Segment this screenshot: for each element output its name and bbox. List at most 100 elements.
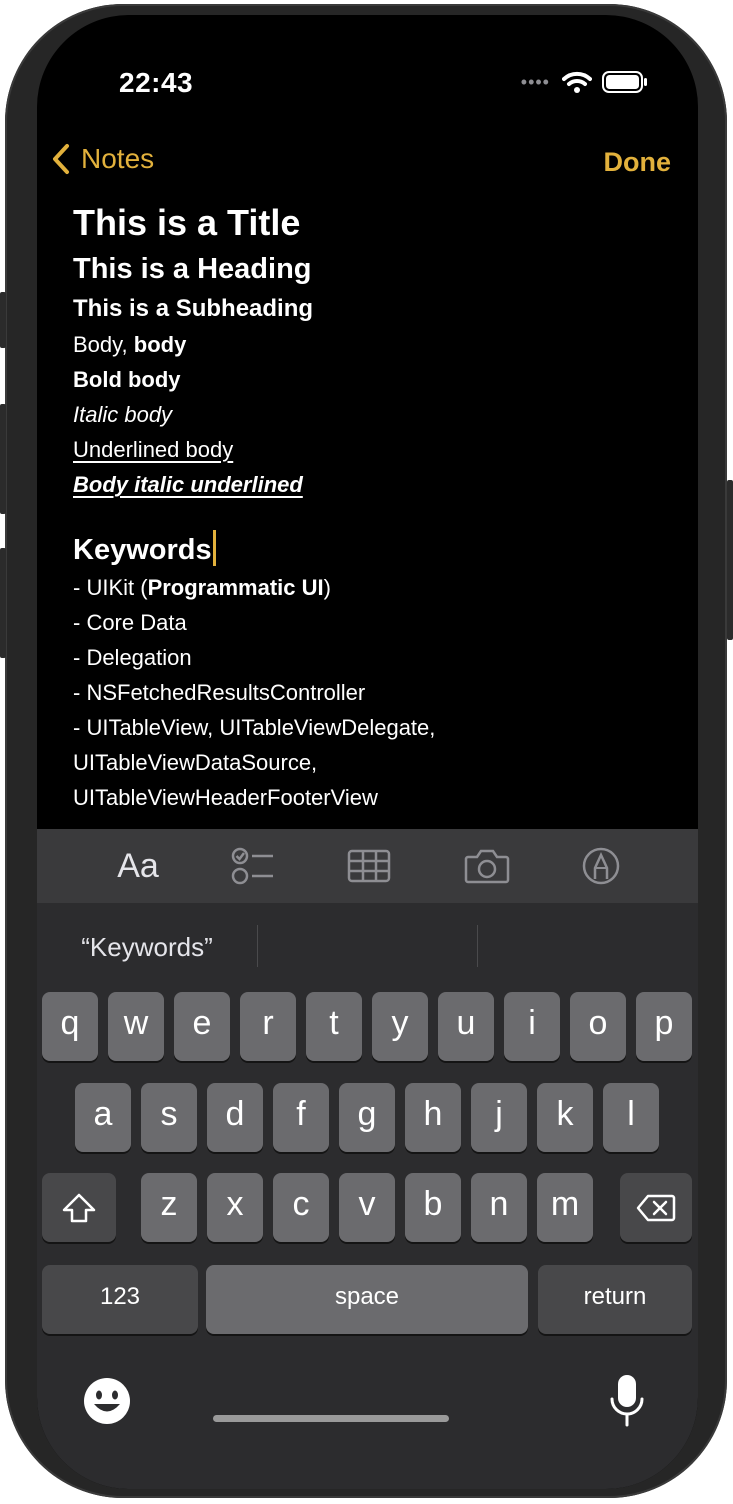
action-button: [0, 292, 6, 348]
key-label: d: [225, 1095, 245, 1133]
key-v[interactable]: v: [339, 1173, 395, 1242]
volume-down-button: [0, 548, 6, 658]
key-label: u: [456, 1004, 476, 1042]
screen: 22:43 •••• Notes Done This is a Title Th…: [37, 15, 698, 1489]
key-label: s: [160, 1095, 178, 1133]
key-t[interactable]: t: [306, 992, 362, 1061]
key-label: r: [262, 1004, 274, 1042]
shift-key[interactable]: [42, 1173, 116, 1242]
list-item: - UIKit (Programmatic UI): [73, 570, 678, 605]
key-w[interactable]: w: [108, 992, 164, 1061]
key-label: space: [334, 1282, 400, 1310]
suggestion-item[interactable]: [258, 903, 477, 991]
bold-body-line: Bold body: [73, 367, 181, 392]
key-p[interactable]: p: [636, 992, 692, 1061]
microphone-icon: [610, 1375, 644, 1427]
key-e[interactable]: e: [174, 992, 230, 1061]
list-item-bold-text: Programmatic UI: [147, 575, 324, 600]
key-f[interactable]: f: [273, 1083, 329, 1152]
italic-body-line: Italic body: [73, 402, 173, 427]
done-button[interactable]: Done: [604, 147, 672, 178]
list-item-continuation: UITableViewDataSource,: [73, 750, 318, 775]
list-item-text: - UIKit (: [73, 575, 148, 600]
keywords-heading-line: Keywords: [73, 530, 678, 570]
key-label: q: [60, 1004, 80, 1042]
volume-up-button: [0, 404, 6, 514]
key-label: c: [292, 1185, 310, 1223]
key-label: m: [550, 1185, 580, 1223]
markup-pen-icon[interactable]: [571, 829, 631, 903]
space-key[interactable]: space: [206, 1265, 528, 1334]
wifi-icon: [562, 71, 592, 93]
key-r[interactable]: r: [240, 992, 296, 1061]
status-indicators: ••••: [521, 71, 648, 93]
key-label: return: [583, 1282, 647, 1310]
key-label: p: [654, 1004, 674, 1042]
underlined-body-line: Underlined body: [73, 437, 234, 462]
dictation-button[interactable]: [607, 1373, 647, 1431]
chevron-left-icon: [53, 144, 69, 174]
key-q[interactable]: q: [42, 992, 98, 1061]
numbers-key[interactable]: 123: [42, 1265, 198, 1334]
key-label: k: [556, 1095, 574, 1133]
key-label: z: [160, 1185, 178, 1223]
key-label: h: [423, 1095, 443, 1133]
key-m[interactable]: m: [537, 1173, 593, 1242]
key-label: l: [627, 1095, 635, 1133]
key-label: y: [391, 1004, 409, 1042]
body-plain-text: Body,: [73, 332, 134, 357]
key-label: i: [528, 1004, 536, 1042]
back-button-label: Notes: [81, 143, 155, 174]
key-d[interactable]: d: [207, 1083, 263, 1152]
key-label: 123: [99, 1282, 141, 1310]
key-u[interactable]: u: [438, 992, 494, 1061]
status-time: 22:43: [119, 67, 194, 98]
key-j[interactable]: j: [471, 1083, 527, 1152]
note-subheading: This is a Subheading: [73, 295, 314, 322]
key-i[interactable]: i: [504, 992, 560, 1061]
note-editor[interactable]: This is a Title This is a Heading This i…: [73, 200, 678, 815]
key-label: j: [495, 1095, 503, 1133]
delete-key[interactable]: [620, 1173, 692, 1242]
key-a[interactable]: a: [75, 1083, 131, 1152]
home-indicator[interactable]: [213, 1415, 449, 1422]
key-k[interactable]: k: [537, 1083, 593, 1152]
list-item: - Delegation: [73, 645, 192, 670]
key-y[interactable]: y: [372, 992, 428, 1061]
key-b[interactable]: b: [405, 1173, 461, 1242]
return-key[interactable]: return: [538, 1265, 692, 1334]
key-label: w: [123, 1004, 149, 1042]
key-o[interactable]: o: [570, 992, 626, 1061]
table-icon[interactable]: [339, 829, 399, 903]
key-c[interactable]: c: [273, 1173, 329, 1242]
key-label: t: [329, 1004, 339, 1042]
body-bold-text: body: [133, 332, 187, 357]
key-x[interactable]: x: [207, 1173, 263, 1242]
bold-italic-underlined-line: Body italic underlined: [73, 472, 303, 497]
key-g[interactable]: g: [339, 1083, 395, 1152]
key-h[interactable]: h: [405, 1083, 461, 1152]
delete-backspace-icon: [636, 1194, 676, 1221]
back-button[interactable]: Notes: [51, 143, 154, 175]
key-label: o: [588, 1004, 608, 1042]
checklist-icon[interactable]: [223, 829, 283, 903]
list-item: - Core Data: [73, 610, 187, 635]
list-item-continuation: UITableViewHeaderFooterView: [73, 785, 378, 810]
key-z[interactable]: z: [141, 1173, 197, 1242]
list-item: - UITableView, UITableViewDelegate,: [73, 715, 436, 740]
keywords-heading: Keywords: [73, 534, 212, 566]
note-heading: This is a Heading: [73, 253, 312, 285]
key-s[interactable]: s: [141, 1083, 197, 1152]
format-button[interactable]: Aa: [103, 829, 173, 903]
list-item-text: ): [323, 575, 331, 600]
key-l[interactable]: l: [603, 1083, 659, 1152]
suggestion-item[interactable]: [478, 903, 698, 991]
battery-icon: [602, 71, 647, 93]
emoji-button[interactable]: [81, 1375, 133, 1427]
key-label: f: [296, 1095, 306, 1133]
camera-icon[interactable]: [457, 829, 517, 903]
suggestion-item[interactable]: “Keywords”: [37, 903, 257, 991]
note-title: This is a Title: [73, 202, 301, 243]
key-n[interactable]: n: [471, 1173, 527, 1242]
